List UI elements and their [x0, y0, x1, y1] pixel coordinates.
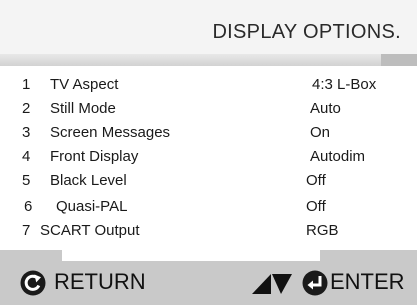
menu-item-number: 1	[22, 76, 31, 93]
menu-item-value: RGB	[306, 222, 339, 239]
menu-item-number: 4	[22, 148, 31, 165]
menu-item-still-mode[interactable]: 2 Still Mode Auto	[0, 100, 417, 124]
menu-item-label: Still Mode	[50, 100, 116, 117]
menu-item-number: 7	[22, 222, 31, 239]
menu-item-screen-messages[interactable]: 3 Screen Messages On	[0, 124, 417, 148]
menu-item-value: Off	[306, 172, 326, 189]
header: DISPLAY OPTIONS.	[0, 0, 417, 54]
bottom-divider-right	[320, 250, 417, 261]
menu-item-label: Screen Messages	[50, 124, 171, 141]
return-label[interactable]: RETURN	[54, 269, 146, 295]
menu-item-label: TV Aspect	[50, 76, 119, 93]
menu-item-value: Autodim	[310, 148, 366, 165]
menu-item-value: 4:3 L-Box	[312, 76, 377, 93]
enter-label[interactable]: ENTER	[330, 269, 405, 295]
menu-item-label: SCART Output	[40, 222, 140, 239]
menu-item-front-display[interactable]: 4 Front Display Autodim	[0, 148, 417, 172]
menu-item-label: Front Display	[50, 148, 139, 165]
menu-item-scart-output[interactable]: 7 SCART Output RGB	[0, 222, 417, 246]
menu-item-label: Quasi-PAL	[56, 198, 128, 215]
top-divider-band	[0, 54, 417, 66]
bottom-divider-left	[0, 250, 62, 261]
menu-item-value: On	[310, 124, 331, 141]
return-icon[interactable]	[20, 270, 46, 296]
menu-item-black-level[interactable]: 5 Black Level Off	[0, 172, 417, 196]
menu-item-number: 2	[22, 100, 31, 117]
menu-item-tv-aspect[interactable]: 1 TV Aspect 4:3 L-Box	[0, 76, 417, 100]
enter-icon[interactable]	[302, 270, 328, 296]
up-down-arrows-icon[interactable]	[250, 273, 294, 295]
menu-item-label: Black Level	[50, 172, 127, 189]
page-title: DISPLAY OPTIONS.	[212, 21, 401, 43]
menu-item-number: 5	[22, 172, 31, 189]
menu-item-number: 6	[24, 198, 33, 215]
menu-item-quasi-pal[interactable]: 6 Quasi-PAL Off	[0, 198, 417, 222]
top-divider-accent	[381, 54, 417, 66]
menu-item-number: 3	[22, 124, 31, 141]
menu-item-value: Off	[306, 198, 326, 215]
menu-item-value: Auto	[310, 100, 341, 117]
display-options-screen: DISPLAY OPTIONS. 1 TV Aspect 4:3 L-Box 2…	[0, 0, 417, 305]
